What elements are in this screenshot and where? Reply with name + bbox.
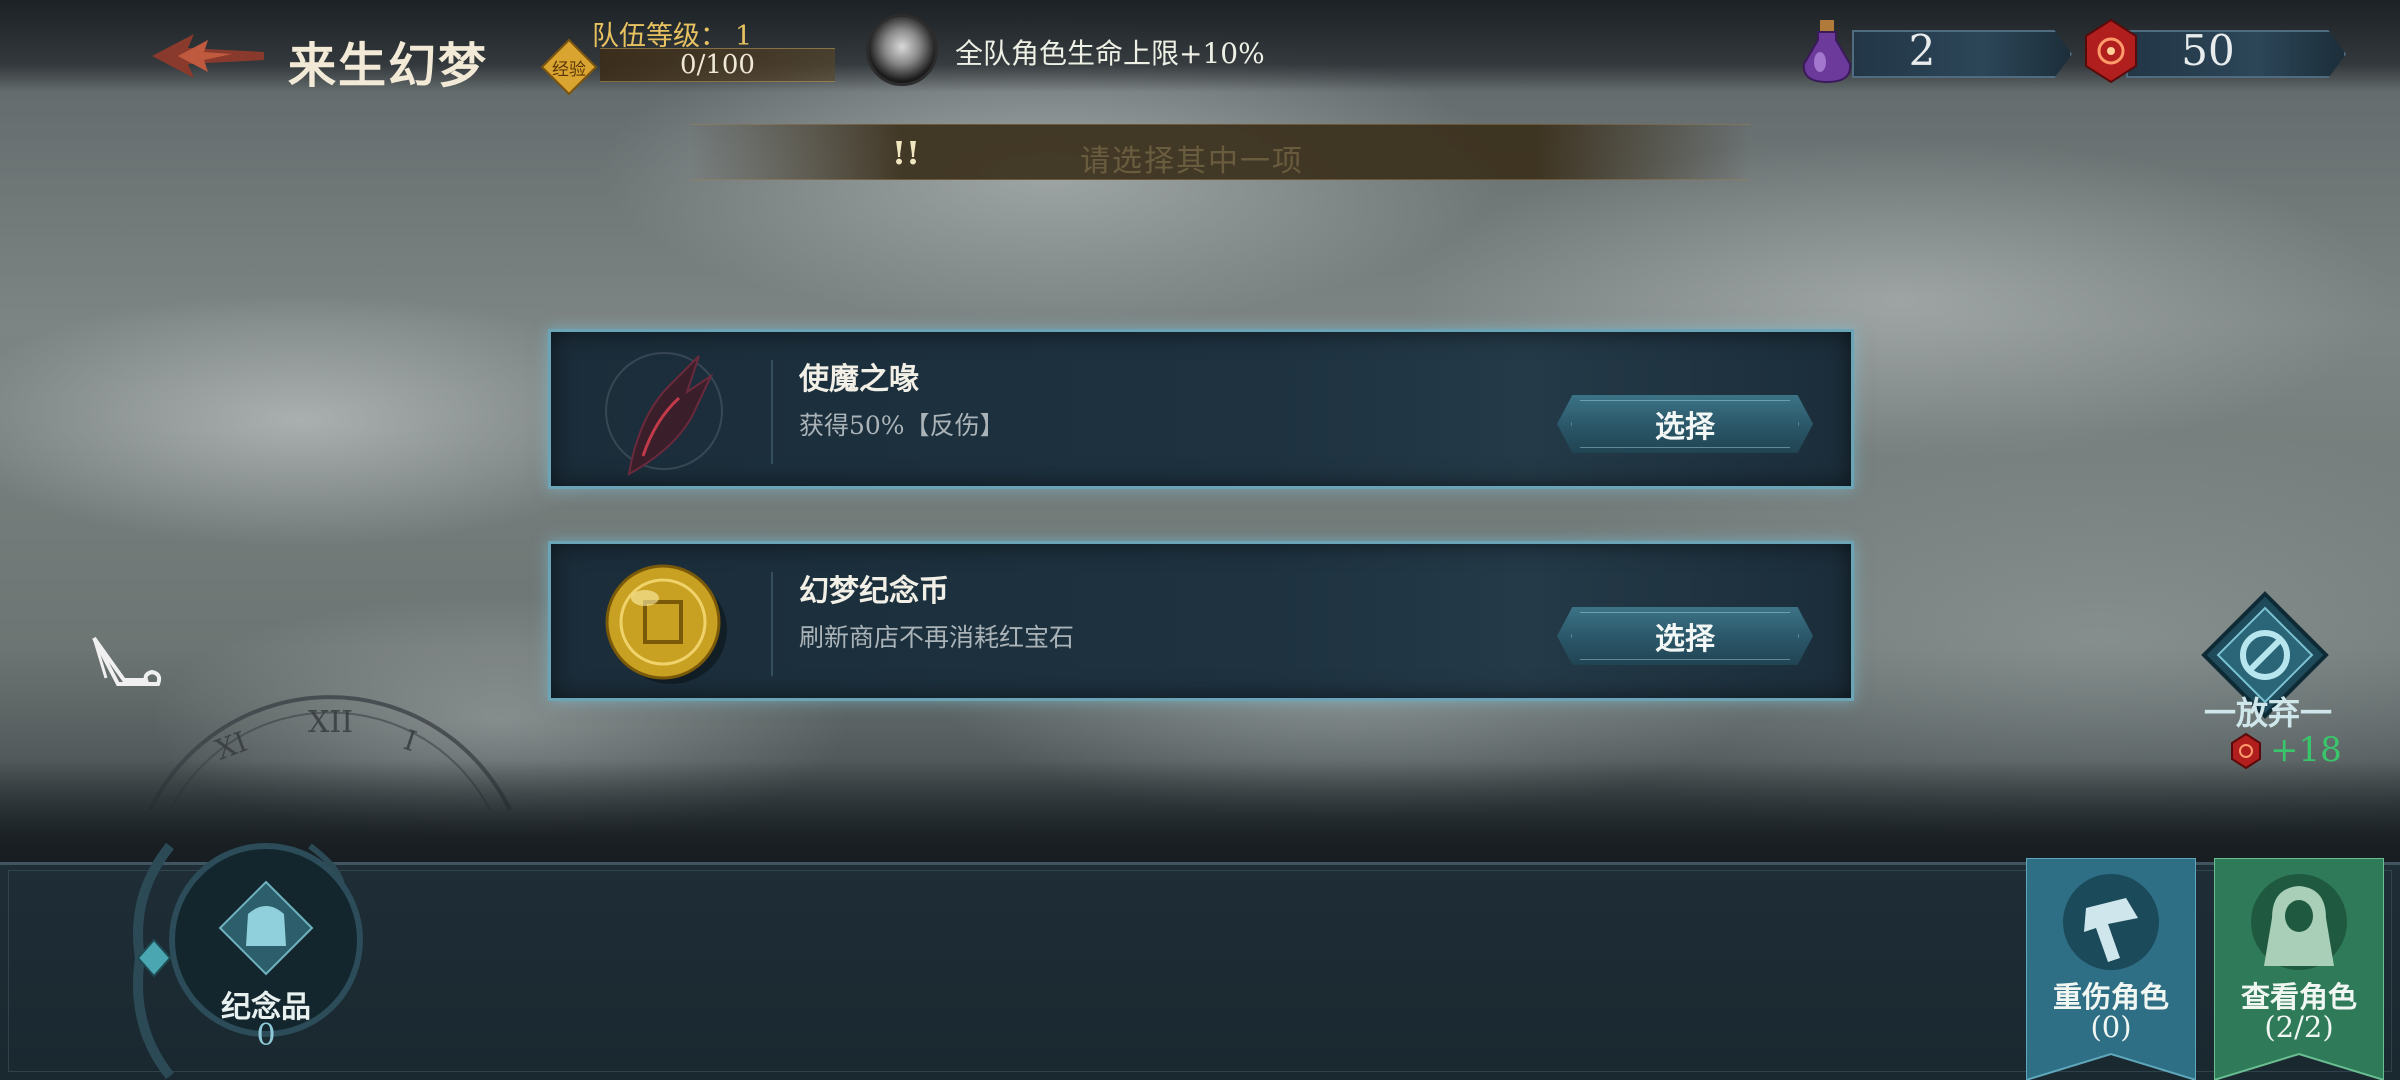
injured-banner-bg — [2026, 858, 2196, 1080]
back-arrow-icon[interactable] — [148, 28, 268, 84]
injured-characters-button[interactable]: 重伤角色 (0) — [2026, 858, 2196, 1080]
view-characters-count: (2/2) — [2264, 1010, 2334, 1044]
purple-potion-icon — [1802, 20, 1852, 84]
souvenir-count: 0 — [256, 1018, 276, 1053]
option-card: 使魔之喙 获得50%【反伤】 选择 — [548, 329, 1854, 489]
select-button-label: 选择 — [1655, 410, 1715, 445]
page-title: 来生幻梦 — [288, 38, 489, 94]
option-desc: 刷新商店不再消耗红宝石 — [799, 623, 1075, 652]
exp-progress-bar: 0/100 — [600, 48, 835, 82]
gem-value: 50 — [2181, 26, 2235, 75]
abandon-label: 一放弃一 — [2203, 694, 2332, 732]
gold-coin-icon — [605, 564, 727, 684]
select-button[interactable]: 选择 — [1557, 395, 1813, 453]
view-banner-bg — [2214, 858, 2384, 1080]
injured-characters-count: (0) — [2090, 1010, 2132, 1044]
option-name: 使魔之喙 — [799, 362, 919, 397]
option-name: 幻梦纪念币 — [799, 574, 949, 609]
beak-icon — [605, 352, 723, 476]
svg-text:XII: XII — [308, 705, 353, 740]
buff-emblem-icon[interactable] — [866, 14, 938, 86]
option-card: 幻梦纪念币 刷新商店不再消耗红宝石 选择 — [548, 541, 1854, 701]
abandon-reward-value: +18 — [2270, 730, 2342, 770]
option-desc: 获得50%【反伤】 — [799, 411, 1005, 440]
banner-exclaim-icon: !! — [892, 134, 921, 172]
view-characters-button[interactable]: 查看角色 (2/2) — [2214, 858, 2384, 1080]
card-divider — [771, 572, 773, 676]
red-gem-icon — [2085, 18, 2137, 84]
potion-value: 2 — [1908, 26, 1936, 75]
select-button[interactable]: 选择 — [1557, 607, 1813, 665]
select-button-label: 选择 — [1655, 622, 1715, 657]
buff-text: 全队角色生命上限+10% — [955, 37, 1265, 70]
quill-icon[interactable] — [88, 634, 164, 694]
abandon-reward: +18 — [2226, 730, 2346, 774]
exp-text: 0/100 — [680, 50, 755, 80]
card-divider — [771, 360, 773, 464]
svg-text:经验: 经验 — [552, 60, 586, 80]
exp-badge-icon: 经验 — [540, 38, 598, 96]
banner-text: 请选择其中一项 — [1080, 144, 1304, 179]
red-gem-icon — [2231, 732, 2261, 770]
